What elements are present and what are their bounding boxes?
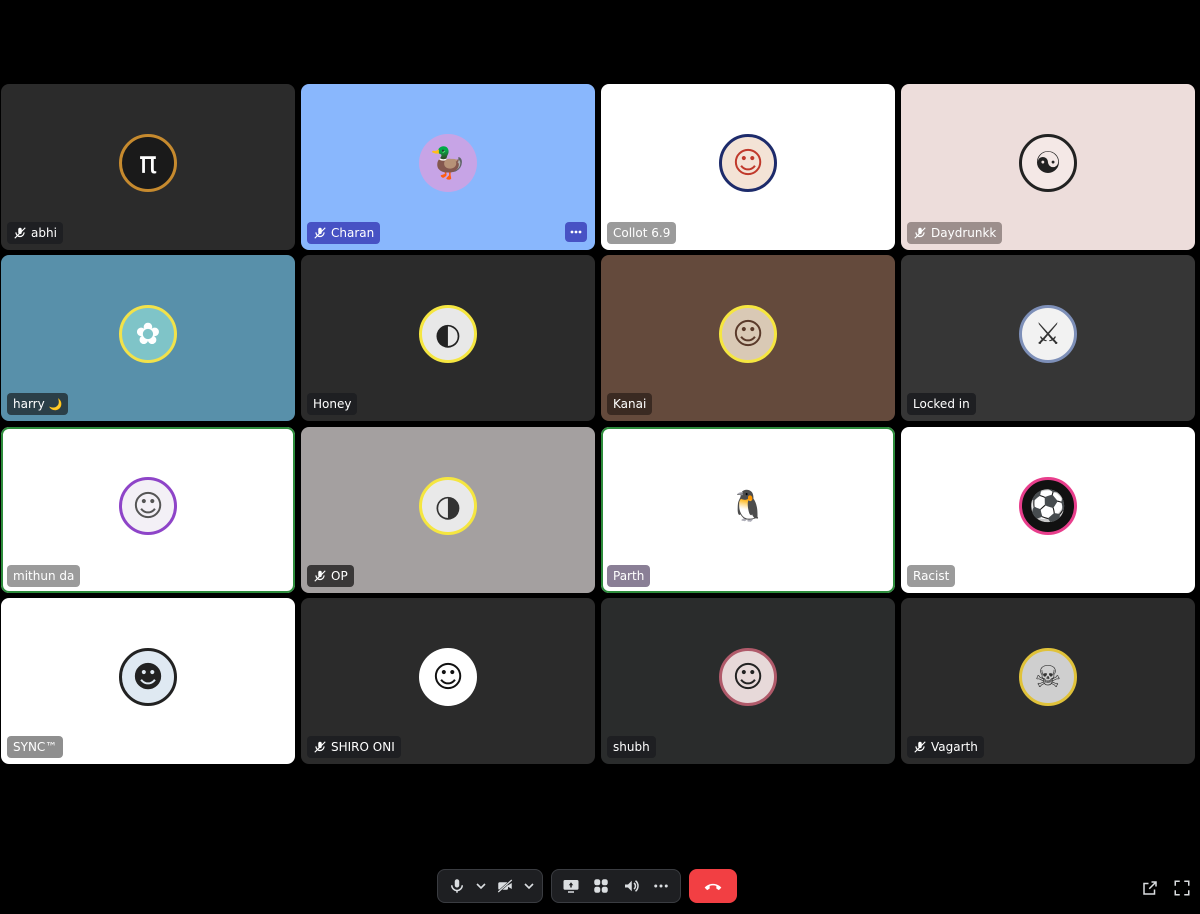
call-control-bar bbox=[437, 869, 737, 905]
participant-name: abhi bbox=[31, 226, 57, 240]
anime-girl-avatar-icon: ☺ bbox=[719, 648, 777, 706]
participant-tile[interactable]: ☠ Vagarth bbox=[901, 598, 1195, 764]
participant-name-badge: SYNC™ bbox=[7, 736, 64, 758]
muted-mic-icon bbox=[313, 740, 327, 754]
participant-tile[interactable]: ☺ mithun da bbox=[1, 427, 295, 593]
participant-name-badge: Collot 6.9 bbox=[607, 222, 677, 244]
participant-name: Charan bbox=[331, 226, 375, 240]
hang-up-icon bbox=[703, 877, 723, 896]
participant-name: shubh bbox=[613, 740, 650, 754]
penguin-avatar-icon: 🐧 bbox=[719, 477, 777, 535]
actions-group bbox=[551, 869, 681, 903]
participant-tile[interactable]: ◐ Honey bbox=[301, 255, 595, 421]
participant-name: Honey bbox=[313, 397, 352, 411]
knight-avatar-icon: ⚔ bbox=[1019, 305, 1077, 363]
screen-share-icon[interactable] bbox=[558, 873, 584, 899]
participant-name: OP bbox=[331, 569, 348, 583]
muted-mic-icon bbox=[313, 226, 327, 240]
hang-up-button[interactable] bbox=[689, 869, 737, 903]
participant-tile[interactable]: ⚔ Locked in bbox=[901, 255, 1195, 421]
bw-anime-avatar-icon: ◐ bbox=[419, 305, 477, 363]
participant-tile[interactable]: ✿ harry 🌙 bbox=[1, 255, 295, 421]
participant-name-badge: Locked in bbox=[907, 393, 976, 415]
anime-boy-avatar-icon: ☺ bbox=[119, 477, 177, 535]
more-options-icon[interactable] bbox=[648, 873, 674, 899]
crest-avatar-icon: ⚽ bbox=[1019, 477, 1077, 535]
muted-mic-icon bbox=[913, 740, 927, 754]
participant-name: Daydrunkk bbox=[931, 226, 997, 240]
participant-grid: π abhi 🦆 Charan ☺ Collot 6.9 ☯ Daydrunkk ✿ harry 🌙… bbox=[0, 84, 1200, 766]
fairy-avatar-icon: ✿ bbox=[119, 305, 177, 363]
participant-name: Kanai bbox=[613, 397, 647, 411]
person-headphones-icon: ☺ bbox=[719, 134, 777, 192]
participant-tile[interactable]: π abhi bbox=[1, 84, 295, 250]
demon-avatar-icon: ☠ bbox=[1019, 648, 1077, 706]
participant-name: Vagarth bbox=[931, 740, 978, 754]
participant-name-badge: mithun da bbox=[7, 565, 81, 587]
person-photo-icon: ☺ bbox=[719, 305, 777, 363]
participant-name-badge: OP bbox=[307, 565, 354, 587]
activities-icon[interactable] bbox=[588, 873, 614, 899]
participant-tile[interactable]: ☯ Daydrunkk bbox=[901, 84, 1195, 250]
participant-name: Collot 6.9 bbox=[613, 226, 671, 240]
participant-name: Locked in bbox=[913, 397, 970, 411]
participant-tile[interactable]: ◑ OP bbox=[301, 427, 595, 593]
muted-mic-icon bbox=[913, 226, 927, 240]
camera-options-chevron-down-icon[interactable] bbox=[522, 873, 536, 899]
participant-name-badge: abhi bbox=[7, 222, 63, 244]
manga-face-avatar-icon: ☺ bbox=[419, 648, 477, 706]
duck-avatar-icon: 🦆 bbox=[419, 134, 477, 192]
participant-tile[interactable]: ☺ Kanai bbox=[601, 255, 895, 421]
anime-avatar-icon: ☯ bbox=[1019, 134, 1077, 192]
pi-symbol-icon: π bbox=[119, 134, 177, 192]
participant-name-badge: Charan bbox=[307, 222, 381, 244]
participant-name: mithun da bbox=[13, 569, 75, 583]
participant-name-badge: Parth bbox=[607, 565, 651, 587]
mic-options-chevron-down-icon[interactable] bbox=[474, 873, 488, 899]
participant-name: SHIRO ONI bbox=[331, 740, 395, 754]
participant-name-badge: harry 🌙 bbox=[7, 393, 69, 415]
participant-name: harry bbox=[13, 397, 45, 411]
soundboard-icon[interactable] bbox=[618, 873, 644, 899]
participant-name-badge: Honey bbox=[307, 393, 358, 415]
participant-tile[interactable]: ☺ shubh bbox=[601, 598, 895, 764]
muted-mic-icon bbox=[13, 226, 27, 240]
participant-tile[interactable]: 🐧 Parth bbox=[601, 427, 895, 593]
muted-mic-icon bbox=[313, 569, 327, 583]
participant-tile[interactable]: ⚽ Racist bbox=[901, 427, 1195, 593]
camera-off-icon[interactable] bbox=[492, 873, 518, 899]
participant-tile[interactable]: ☻ SYNC™ bbox=[1, 598, 295, 764]
tile-more-options-button[interactable] bbox=[565, 222, 587, 242]
participant-name-badge: Daydrunkk bbox=[907, 222, 1003, 244]
participant-name-badge: SHIRO ONI bbox=[307, 736, 401, 758]
participant-tile[interactable]: ☺ Collot 6.9 bbox=[601, 84, 895, 250]
participant-name: Parth bbox=[613, 569, 645, 583]
popout-icon[interactable] bbox=[1140, 878, 1160, 898]
microphone-icon[interactable] bbox=[444, 873, 470, 899]
anime-boy-avatar-icon: ☻ bbox=[119, 648, 177, 706]
participant-name-badge: shubh bbox=[607, 736, 656, 758]
audio-video-group bbox=[437, 869, 543, 903]
participant-name: Racist bbox=[913, 569, 950, 583]
participant-name-badge: Kanai bbox=[607, 393, 653, 415]
status-emoji: 🌙 bbox=[48, 397, 63, 411]
participant-tile[interactable]: 🦆 Charan bbox=[301, 84, 595, 250]
anime-hat-avatar-icon: ◑ bbox=[419, 477, 477, 535]
participant-name: SYNC™ bbox=[13, 740, 58, 754]
participant-name-badge: Vagarth bbox=[907, 736, 984, 758]
participant-name-badge: Racist bbox=[907, 565, 956, 587]
fullscreen-icon[interactable] bbox=[1172, 878, 1192, 898]
participant-tile[interactable]: ☺ SHIRO ONI bbox=[301, 598, 595, 764]
